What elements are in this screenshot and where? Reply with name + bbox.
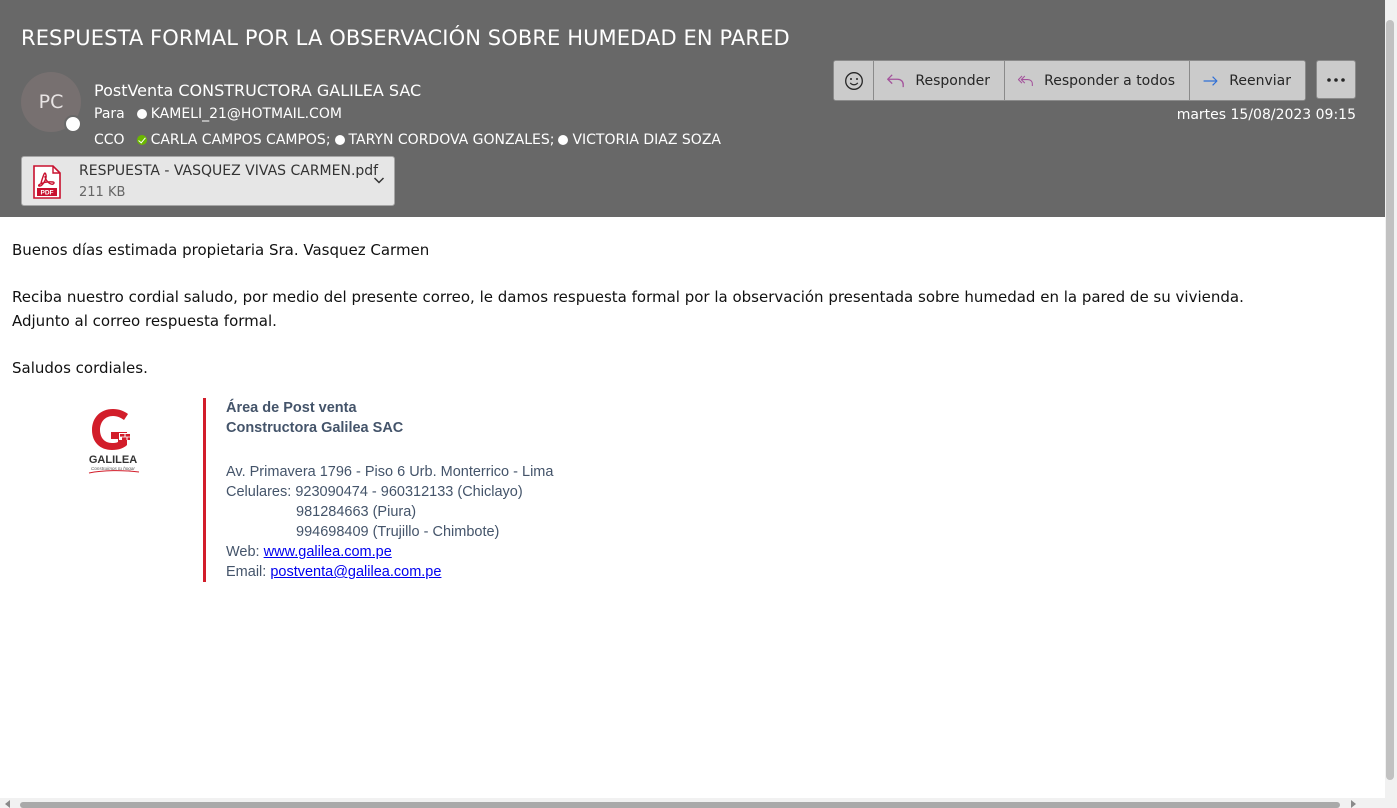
signature-phones: Celulares: 923090474 - 960312133 (Chicla… (226, 482, 553, 502)
attachment-card[interactable]: PDF RESPUESTA - VASQUEZ VIVAS CARMEN.pdf… (21, 156, 395, 206)
cc-label: CCO (94, 132, 125, 148)
signature-area: Área de Post venta (226, 400, 357, 416)
reply-all-button[interactable]: Responder a todos (1005, 61, 1190, 100)
svg-text:PDF: PDF (41, 190, 54, 197)
reply-all-icon (1017, 75, 1033, 86)
reply-icon (887, 73, 904, 87)
chevron-down-icon[interactable] (372, 173, 386, 187)
presence-unknown-icon (136, 109, 147, 119)
phones-label: Celulares: (226, 484, 292, 500)
signature-web: Web: www.galilea.com.pe (226, 542, 553, 562)
signature-email: Email: postventa@galilea.com.pe (226, 562, 553, 582)
body-paragraph: Reciba nuestro cordial saludo, por medio… (12, 288, 1244, 306)
more-actions-button[interactable] (1316, 60, 1356, 99)
pdf-icon: PDF (33, 165, 61, 199)
message-header: RESPUESTA FORMAL POR LA OBSERVACIÓN SOBR… (0, 0, 1385, 217)
phone-number: 981284663 (Piura) (296, 504, 417, 520)
attachment-size: 211 KB (79, 185, 126, 200)
forward-button[interactable]: Reenviar (1190, 61, 1305, 100)
reaction-button[interactable] (834, 61, 874, 100)
message-body: Buenos días estimada propietaria Sra. Va… (12, 238, 1372, 380)
recipient-name: KAMELI_21@HOTMAIL.COM (150, 106, 342, 122)
presence-status-icon (64, 115, 82, 133)
recipient-name: CARLA CAMPOS CAMPOS; (150, 132, 331, 148)
signature-text: Área de Post venta Constructora Galilea … (226, 398, 553, 582)
reply-label: Responder (915, 72, 990, 89)
body-paragraph: Adjunto al correo respuesta formal. (12, 312, 277, 330)
message-subject: RESPUESTA FORMAL POR LA OBSERVACIÓN SOBR… (21, 26, 790, 50)
attachment-name: RESPUESTA - VASQUEZ VIVAS CARMEN.pdf (79, 163, 379, 179)
smiley-icon (844, 71, 863, 90)
presence-unknown-icon (334, 135, 345, 145)
email-link[interactable]: postventa@galilea.com.pe (270, 564, 441, 580)
recipient[interactable]: CARLA CAMPOS CAMPOS; (136, 132, 331, 148)
email-reading-pane: RESPUESTA FORMAL POR LA OBSERVACIÓN SOBR… (0, 0, 1397, 808)
forward-label: Reenviar (1229, 72, 1291, 89)
signature-divider (203, 398, 206, 582)
cc-recipients: CCO CARLA CAMPOS CAMPOS; TARYN CORDOVA G… (94, 132, 721, 148)
phone-number: 923090474 - 960312133 (Chiclayo) (295, 484, 523, 500)
presence-unknown-icon (558, 135, 569, 145)
email-signature: GALILEA Construimos tu hogar Área de Pos… (0, 398, 700, 582)
recipient-name: VICTORIA DIAZ SOZA (572, 132, 721, 148)
forward-arrow-icon (1203, 75, 1218, 86)
message-actions-toolbar: Responder Responder a todos Reenviar (833, 60, 1306, 101)
signature-address: Av. Primavera 1796 - Piso 6 Urb. Monterr… (226, 464, 554, 480)
email-label: Email: (226, 564, 267, 580)
scroll-left-arrow-icon[interactable] (4, 800, 12, 808)
phone-number: 994698409 (Trujillo - Chimbote) (296, 524, 500, 540)
galilea-logo: GALILEA Construimos tu hogar (89, 409, 140, 474)
ellipsis-icon (1327, 77, 1345, 82)
scroll-right-arrow-icon[interactable] (1349, 800, 1357, 808)
reply-all-label: Responder a todos (1044, 72, 1175, 89)
greeting-text: Buenos días estimada propietaria Sra. Va… (12, 241, 430, 259)
reply-button[interactable]: Responder (874, 61, 1005, 100)
closing-text: Saludos cordiales. (12, 359, 148, 377)
presence-available-icon (136, 135, 147, 145)
recipient-name: TARYN CORDOVA GONZALES; (348, 132, 555, 148)
to-label: Para (94, 106, 125, 122)
received-date: martes 15/08/2023 09:15 (1176, 107, 1356, 123)
sender-name[interactable]: PostVenta CONSTRUCTORA GALILEA SAC (94, 81, 421, 100)
vertical-scroll-thumb[interactable] (1386, 20, 1394, 780)
horizontal-scroll-thumb[interactable] (20, 802, 1340, 808)
logo-text: GALILEA (89, 454, 137, 466)
to-recipients: Para KAMELI_21@HOTMAIL.COM (94, 106, 342, 122)
recipient[interactable]: KAMELI_21@HOTMAIL.COM (136, 106, 342, 122)
recipient[interactable]: TARYN CORDOVA GONZALES; (334, 132, 555, 148)
website-link[interactable]: www.galilea.com.pe (264, 544, 392, 560)
web-label: Web: (226, 544, 260, 560)
signature-company: Constructora Galilea SAC (226, 420, 404, 436)
recipient[interactable]: VICTORIA DIAZ SOZA (558, 132, 721, 148)
